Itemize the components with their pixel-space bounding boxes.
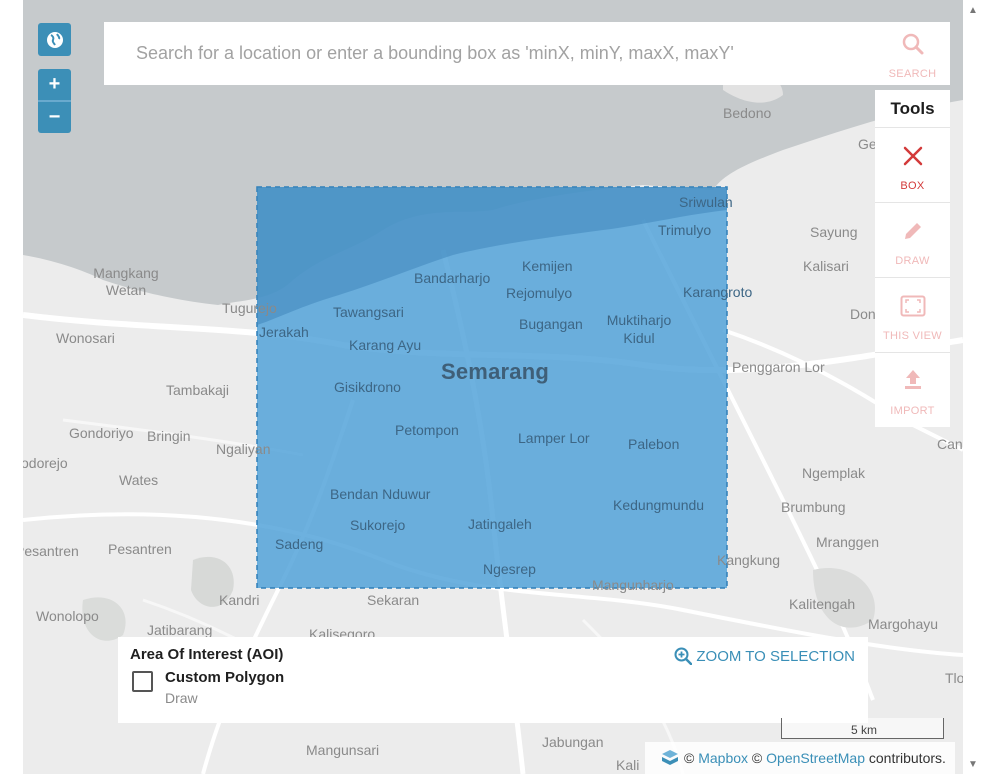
place-label: Sayung	[810, 224, 858, 240]
scroll-up-arrow[interactable]: ▲	[964, 2, 982, 20]
place-label: Jerakah	[259, 324, 309, 340]
place-label: Lamper Lor	[518, 430, 590, 446]
place-label: Wonolopo	[36, 608, 99, 624]
pencil-icon	[905, 223, 921, 239]
polygon-name: Custom Polygon	[165, 669, 285, 686]
place-label: odorejo	[23, 455, 68, 471]
attribution-suffix: contributors.	[868, 750, 946, 766]
place-label: Bringin	[147, 428, 191, 444]
place-label: Mangkang Wetan	[93, 265, 159, 298]
copyright-symbol: ©	[751, 750, 763, 766]
tool-box-label: BOX	[900, 180, 925, 192]
place-label: Mangunsari	[306, 742, 380, 758]
globe-button[interactable]	[38, 23, 71, 56]
place-label: Kandri	[219, 592, 260, 608]
place-label: Bedono	[723, 105, 772, 121]
globe-icon	[46, 31, 63, 48]
place-label: Pesantren	[108, 541, 172, 557]
search-bar	[104, 22, 876, 85]
place-label: Karangroto	[683, 284, 753, 300]
place-label: Gondoriyo	[69, 425, 134, 441]
place-label: Ngemplak	[802, 465, 866, 481]
place-label: Kalisari	[803, 258, 849, 274]
close-x-icon	[903, 146, 923, 166]
place-label: Trimulyo	[658, 222, 712, 238]
upload-icon	[905, 370, 921, 389]
search-button-label: SEARCH	[888, 68, 937, 80]
tool-draw[interactable]: DRAW	[875, 203, 950, 277]
scale-label: 5 km	[850, 723, 877, 737]
place-label: Bandarharjo	[414, 270, 491, 286]
place-label: Ngesrep	[483, 561, 536, 577]
place-label: Bugangan	[519, 316, 583, 332]
place-label: Kalitengah	[789, 596, 856, 612]
aoi-panel: Area Of Interest (AOI) ZOOM TO SELECTION…	[118, 637, 868, 723]
place-label: Kali	[616, 757, 640, 773]
search-icon	[902, 33, 924, 55]
tool-this-view[interactable]: THIS VIEW	[875, 278, 950, 352]
place-label: Rejomulyo	[506, 285, 573, 301]
zoom-to-selection-button[interactable]: ZOOM TO SELECTION	[674, 647, 855, 665]
place-label: Jatingaleh	[468, 516, 532, 532]
openstreetmap-link[interactable]: OpenStreetMap	[766, 750, 865, 766]
city-label: Semarang	[441, 359, 549, 384]
place-label: Tlo	[945, 670, 963, 686]
place-label: Mranggen	[816, 534, 880, 550]
mapbox-link[interactable]: Mapbox	[698, 750, 748, 766]
zoom-control: + −	[38, 69, 71, 133]
place-label: Sekaran	[367, 592, 420, 608]
zoom-in-button[interactable]: +	[38, 69, 71, 100]
place-label: Can	[937, 436, 963, 452]
tool-draw-label: DRAW	[895, 255, 930, 267]
place-label: Sadeng	[275, 536, 324, 552]
attribution: © Mapbox © OpenStreetMap contributors.	[645, 742, 955, 774]
place-label: Wates	[119, 472, 159, 488]
aoi-title: Area Of Interest (AOI)	[130, 646, 284, 663]
place-label: Jabungan	[542, 734, 604, 750]
place-label: Kangkung	[717, 552, 781, 568]
viewport-icon	[900, 295, 926, 317]
polygon-checkbox[interactable]	[132, 671, 153, 692]
place-label: Ge	[858, 136, 877, 152]
place-label: Petompon	[395, 422, 459, 438]
place-label: Sriwulan	[679, 194, 733, 210]
search-input[interactable]	[104, 22, 876, 85]
place-label: Mangunharjo	[592, 577, 674, 593]
place-label: Palebon	[628, 436, 680, 452]
place-label: Tambakaji	[166, 382, 230, 398]
place-label: Bendan Nduwur	[330, 486, 431, 502]
place-label: Pesantren	[23, 543, 79, 559]
place-label: Tugurejo	[222, 300, 277, 316]
search-button[interactable]: SEARCH	[875, 22, 950, 85]
place-label: Gisikdrono	[334, 379, 401, 395]
place-label: Karang Ayu	[349, 337, 422, 353]
place-label: Jatibarang	[147, 622, 213, 638]
tool-box[interactable]: BOX	[875, 128, 950, 202]
tool-import[interactable]: IMPORT	[875, 353, 950, 427]
place-label: Margohayu	[868, 616, 939, 632]
place-label: Tawangsari	[333, 304, 404, 320]
place-label: Brumbung	[781, 499, 846, 515]
tool-import-label: IMPORT	[890, 405, 935, 417]
copyright-symbol: ©	[684, 750, 695, 766]
place-label: Kemijen	[522, 258, 573, 274]
place-label: Ngaliyan	[216, 441, 271, 457]
polygon-source: Draw	[165, 690, 198, 706]
place-label: Kedungmundu	[613, 497, 705, 513]
zoom-to-selection-label: ZOOM TO SELECTION	[696, 647, 855, 665]
place-label: Muktiharjo Kidul	[606, 312, 672, 346]
app-window: Bedono Ge Sriwulan Trimulyo Sayung Kalis…	[0, 0, 983, 774]
place-label: Wonosari	[56, 330, 115, 346]
tool-this-view-label: THIS VIEW	[883, 330, 942, 342]
scroll-down-arrow[interactable]: ▼	[964, 756, 982, 774]
place-label: Sukorejo	[350, 517, 406, 533]
place-label: Penggaron Lor	[732, 359, 825, 375]
tools-heading: Tools	[875, 90, 950, 127]
place-label: Don	[850, 306, 876, 322]
zoom-out-button[interactable]: −	[38, 102, 71, 133]
mapbox-logo-icon	[662, 750, 678, 765]
scale-bar: 5 km	[781, 718, 944, 739]
zoom-in-magnifier-icon	[674, 647, 693, 665]
